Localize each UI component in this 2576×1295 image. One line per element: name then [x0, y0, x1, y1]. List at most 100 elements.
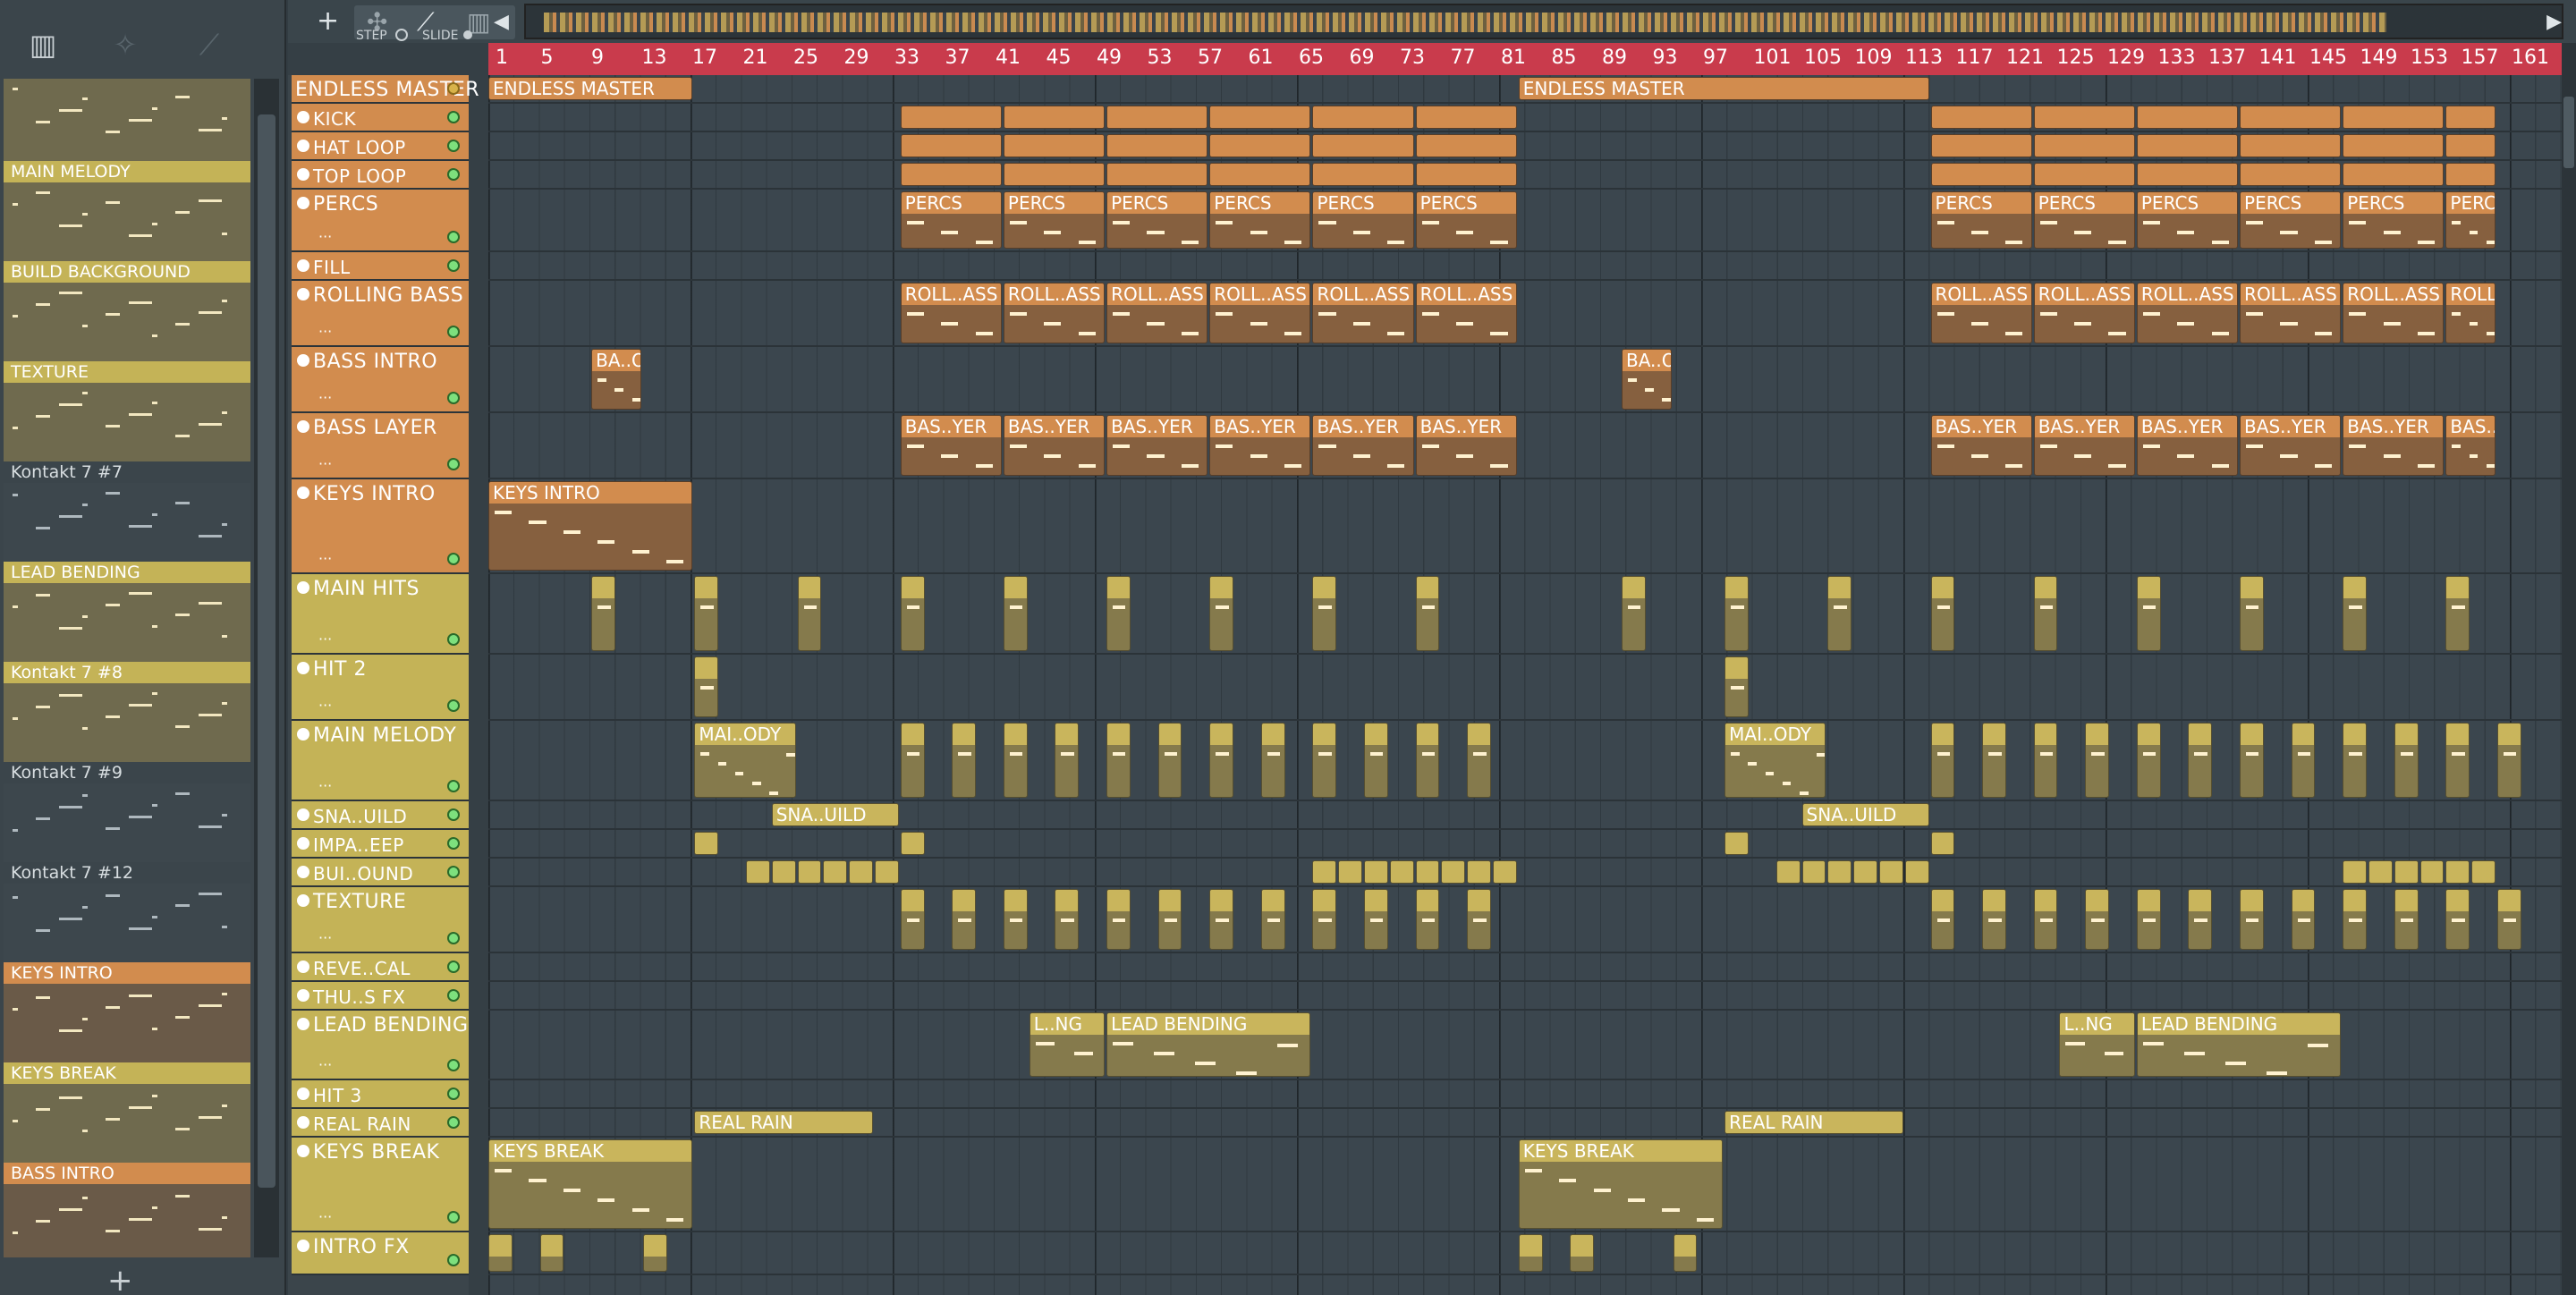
track-header[interactable]: FILL: [292, 252, 469, 281]
playlist-clip[interactable]: KEYS BREAK: [488, 1139, 693, 1229]
playlist-clip[interactable]: [2188, 723, 2213, 798]
playlist-clip[interactable]: [797, 860, 822, 884]
playlist-clip[interactable]: [1209, 889, 1234, 950]
track-mute-led[interactable]: [447, 808, 460, 821]
playlist-clip[interactable]: [2445, 134, 2496, 157]
track-type-icon[interactable]: [297, 1116, 309, 1129]
track-mute-led[interactable]: [447, 989, 460, 1002]
playlist-clip[interactable]: [1003, 106, 1106, 129]
playlist-clip[interactable]: [694, 656, 719, 717]
playlist-clip[interactable]: [1003, 889, 1028, 950]
playlist-clip[interactable]: [1260, 723, 1285, 798]
playlist-clip[interactable]: [2240, 106, 2342, 129]
track-header[interactable]: TEXTURE ···: [292, 887, 469, 953]
playlist-clip[interactable]: [1312, 106, 1414, 129]
playlist-clip[interactable]: [1493, 860, 1517, 884]
track-mute-led[interactable]: [447, 82, 460, 95]
playlist-clip[interactable]: [1775, 860, 1801, 884]
playlist-clip[interactable]: BAS..YER: [900, 415, 1002, 476]
track-type-icon[interactable]: [297, 1088, 309, 1100]
playlist-clip[interactable]: [2085, 723, 2110, 798]
track-mute-led[interactable]: [447, 231, 460, 243]
picker-item[interactable]: BASS INTRO: [4, 1163, 250, 1257]
playlist-clip[interactable]: [900, 832, 925, 855]
playlist-clip[interactable]: [2136, 889, 2161, 950]
playlist-clip[interactable]: [1982, 889, 2006, 950]
playlist-clip[interactable]: PERCS: [1003, 191, 1106, 249]
track-options-icon[interactable]: ···: [318, 777, 332, 794]
playlist-clip[interactable]: [1312, 576, 1337, 651]
track-mute-led[interactable]: [447, 111, 460, 123]
picker-item[interactable]: KEYS BREAK: [4, 1062, 250, 1163]
track-header[interactable]: KEYS INTRO ···: [292, 479, 469, 574]
track-mute-led[interactable]: [447, 1059, 460, 1071]
track-mute-led[interactable]: [447, 837, 460, 850]
playlist-clip[interactable]: PERCS: [2445, 191, 2496, 249]
track-mute-led[interactable]: [447, 259, 460, 272]
picker-item[interactable]: MAIN MELODY: [4, 161, 250, 261]
playlist-clip[interactable]: [591, 576, 615, 651]
playlist-clip[interactable]: [745, 860, 770, 884]
track-mute-led[interactable]: [447, 633, 460, 646]
playlist-clip[interactable]: [1415, 134, 1517, 157]
playlist-clip[interactable]: [900, 576, 925, 651]
automation-icon[interactable]: ⟋: [191, 27, 227, 63]
track-mute-led[interactable]: [447, 140, 460, 152]
playlist-clip[interactable]: BAS..YER: [1930, 415, 2032, 476]
vertical-scroll-thumb[interactable]: [2563, 97, 2574, 168]
playlist-clip[interactable]: SNA..UILD: [1801, 803, 1929, 826]
playlist-clip[interactable]: ROLL..ASS: [1312, 283, 1414, 343]
playlist-clip[interactable]: [2240, 576, 2264, 651]
track-type-icon[interactable]: [297, 581, 309, 594]
playlist-clip[interactable]: REAL RAIN: [694, 1111, 873, 1134]
playlist-clip[interactable]: [900, 106, 1002, 129]
playlist-clip[interactable]: [488, 1234, 513, 1272]
playlist-clip[interactable]: KEYS INTRO: [488, 481, 693, 571]
playlist-clip[interactable]: [2343, 134, 2445, 157]
track-type-icon[interactable]: [297, 197, 309, 209]
playlist-clip[interactable]: PERCS: [900, 191, 1002, 249]
playlist-clip[interactable]: [2445, 860, 2470, 884]
picker-item[interactable]: Kontakt 7 #8: [4, 662, 250, 762]
playlist-clip[interactable]: [642, 1234, 667, 1272]
playlist-clip[interactable]: PERCS: [1930, 191, 2032, 249]
picker-item[interactable]: BUILD BACKGROUND: [4, 261, 250, 361]
playlist-clip[interactable]: [1003, 723, 1028, 798]
playlist-clip[interactable]: BAS..YER: [1312, 415, 1414, 476]
track-mute-led[interactable]: [447, 1254, 460, 1266]
scroll-left-icon[interactable]: ◀: [494, 11, 509, 33]
playlist-clip[interactable]: [2394, 723, 2419, 798]
playlist-clip[interactable]: [2240, 163, 2342, 186]
playlist-clip[interactable]: BAS..YER: [2136, 415, 2239, 476]
picker-item[interactable]: [4, 79, 250, 161]
playlist-clip[interactable]: PERCS: [1209, 191, 1311, 249]
playlist-clip[interactable]: [1930, 832, 1955, 855]
playlist-clip[interactable]: BAS..YER: [2240, 415, 2342, 476]
slide-toggle[interactable]: [463, 30, 472, 39]
picker-item[interactable]: LEAD BENDING: [4, 562, 250, 662]
playlist-clip[interactable]: [1312, 163, 1414, 186]
playlist-clip[interactable]: [2291, 889, 2316, 950]
playlist-clip[interactable]: [1982, 723, 2006, 798]
playlist-clip[interactable]: [1930, 163, 2032, 186]
scroll-right-icon[interactable]: ▶: [2546, 11, 2562, 33]
playlist-clip[interactable]: [2445, 576, 2470, 651]
track-mute-led[interactable]: [447, 932, 460, 944]
playlist-clip[interactable]: ROLL..ASS: [900, 283, 1002, 343]
playlist-clip[interactable]: [1467, 889, 1491, 950]
playlist-clip[interactable]: [2136, 576, 2161, 651]
playlist-clip[interactable]: [2240, 889, 2264, 950]
track-mute-led[interactable]: [447, 1116, 460, 1129]
playlist-clip[interactable]: [2343, 106, 2445, 129]
playlist-clip[interactable]: MAI..ODY: [1724, 723, 1826, 798]
track-type-icon[interactable]: [297, 961, 309, 973]
picker-scroll-thumb[interactable]: [258, 114, 275, 1188]
track-type-icon[interactable]: [297, 354, 309, 367]
playlist-clip[interactable]: ROLL..ASS: [2343, 283, 2445, 343]
playlist-clip[interactable]: [1415, 106, 1517, 129]
track-mute-led[interactable]: [447, 458, 460, 470]
track-options-icon[interactable]: ···: [318, 323, 332, 340]
playlist-clip[interactable]: [1518, 1234, 1543, 1272]
picker-item[interactable]: Kontakt 7 #7: [4, 461, 250, 562]
playlist-clip[interactable]: [2497, 889, 2521, 950]
